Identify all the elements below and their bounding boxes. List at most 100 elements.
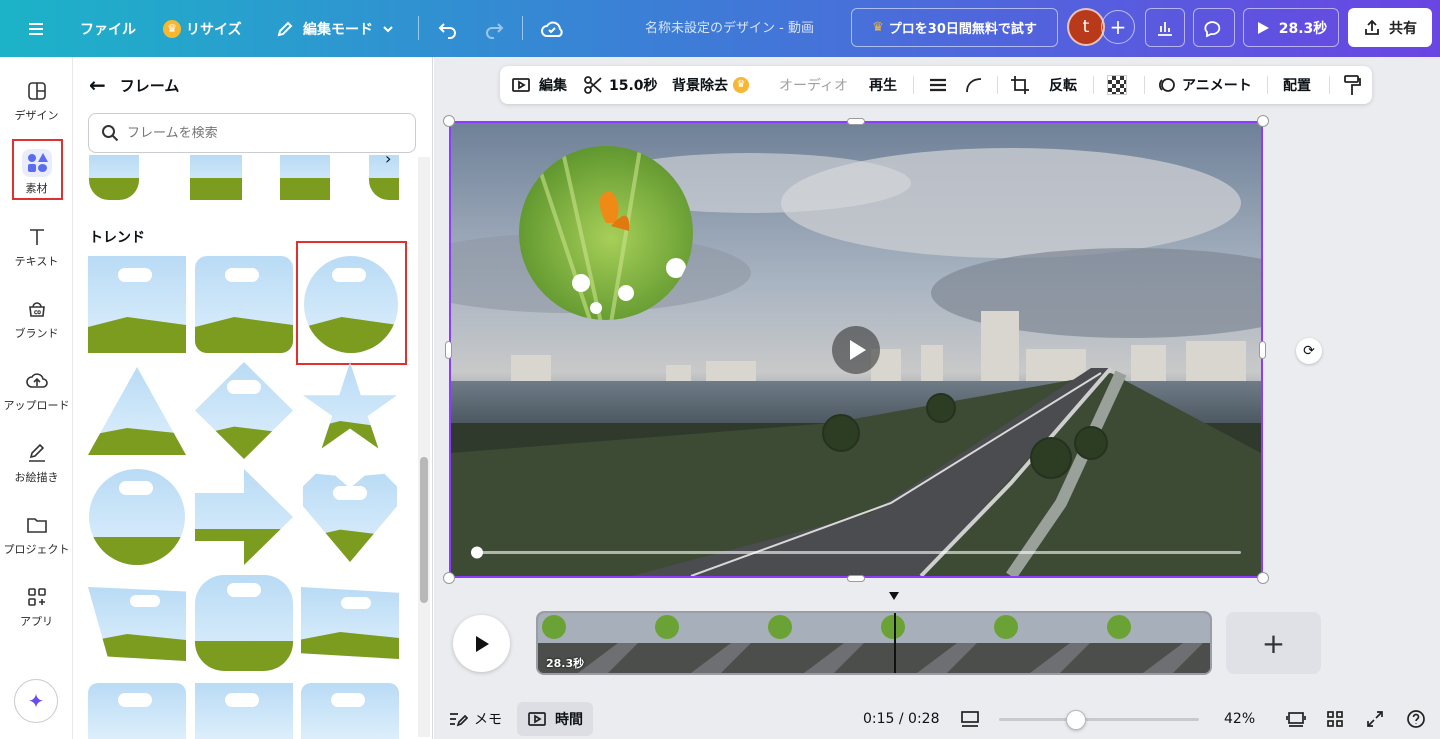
crop-button[interactable] (1010, 66, 1030, 104)
resize-handle-tr[interactable] (1257, 115, 1269, 127)
magic-assistant-button[interactable]: ✦ (14, 679, 58, 723)
share-button[interactable]: 共有 (1348, 8, 1432, 47)
rail-item-draw[interactable]: お絵描き (0, 441, 73, 503)
search-box[interactable] (88, 113, 416, 153)
rail-item-projects[interactable]: プロジェクト (0, 513, 73, 575)
top-bar: ファイル ♛ リサイズ 編集モード 名称未設定のデザイン - 動画 ♛ プロを3… (0, 0, 1440, 57)
panel-scrollbar-thumb[interactable] (420, 457, 428, 603)
time-readout: 0:15 / 0:28 (863, 711, 940, 727)
resize-handle-bl[interactable] (443, 572, 455, 584)
chevron-right-icon[interactable]: › (385, 149, 391, 168)
animate-icon (1159, 78, 1175, 92)
timer-button[interactable]: 時間 (517, 702, 593, 736)
frame-number-2[interactable] (280, 155, 330, 200)
frame-number-1[interactable] (190, 155, 242, 200)
frame-rectangle[interactable] (88, 256, 186, 353)
menu-button[interactable] (26, 0, 46, 57)
frame-number-0[interactable] (89, 155, 139, 200)
playback-button[interactable]: 再生 (869, 66, 897, 104)
rail-item-upload[interactable]: アップロード (0, 369, 73, 431)
rail-item-brand[interactable]: co ブランド (0, 297, 73, 359)
frame-diamond[interactable] (195, 362, 293, 459)
pages-view-button[interactable] (1286, 702, 1306, 736)
resize-handle-tl[interactable] (443, 115, 455, 127)
frame-badge[interactable] (89, 469, 185, 565)
undo-button[interactable] (437, 0, 459, 57)
playhead-marker-icon[interactable] (888, 590, 900, 600)
frame-parallelogram[interactable] (88, 587, 186, 661)
frame-rounded-rectangle[interactable] (195, 256, 293, 353)
notes-button[interactable]: メモ (448, 702, 502, 736)
search-input[interactable] (127, 125, 397, 141)
rail-item-design[interactable]: デザイン (0, 79, 73, 141)
highlight-box (12, 139, 63, 200)
rail-label: ブランド (14, 327, 59, 340)
video-icon (528, 712, 546, 726)
resize-button[interactable]: ♛ リサイズ (163, 0, 242, 57)
pro-trial-button[interactable]: ♛ プロを30日間無料で試す (851, 8, 1058, 47)
animate-button[interactable]: アニメート (1157, 66, 1252, 104)
zoom-slider-thumb[interactable] (1066, 710, 1086, 730)
help-button[interactable] (1406, 702, 1426, 736)
video-canvas[interactable] (449, 121, 1263, 578)
rotate-icon[interactable]: ⟳ (1296, 338, 1322, 364)
transparency-button[interactable] (1107, 66, 1127, 104)
video-scrub-handle[interactable] (471, 546, 483, 559)
divider (1144, 76, 1145, 94)
background-remover-button[interactable]: 背景除去 ♛ (672, 66, 749, 104)
play-icon (1257, 21, 1269, 34)
edit-video-button[interactable]: 編集 (511, 66, 567, 104)
edit-mode-dropdown[interactable]: 編集モード (275, 0, 395, 57)
flip-button[interactable]: 反転 (1049, 66, 1077, 104)
save-status-button[interactable] (540, 0, 564, 57)
resize-handle-bottom[interactable] (847, 575, 865, 582)
timeline-clip[interactable]: 28.3秒 (536, 611, 1212, 675)
frame-tilted-rectangle[interactable] (301, 587, 399, 659)
position-button[interactable]: 配置 (1283, 66, 1311, 104)
hamburger-icon (29, 22, 43, 35)
panel-scrollbar-track[interactable] (418, 157, 430, 737)
corner-rounding-button[interactable] (964, 66, 984, 104)
frame-star[interactable] (302, 362, 398, 449)
rail-item-apps[interactable]: アプリ (0, 585, 73, 647)
divider (913, 76, 914, 94)
insights-button[interactable] (1145, 8, 1185, 47)
resize-handle-br[interactable] (1257, 572, 1269, 584)
section-title-trend: トレンド (89, 230, 145, 246)
frame-arrow[interactable] (195, 469, 293, 565)
resize-handle-top[interactable] (847, 118, 865, 125)
avatar[interactable]: t (1067, 8, 1105, 46)
frame-shape[interactable] (195, 683, 293, 739)
video-scrub-bar[interactable] (476, 551, 1241, 554)
fullscreen-button[interactable] (1366, 702, 1384, 736)
frame-triangle[interactable] (88, 367, 186, 455)
audio-button[interactable]: オーディオ (779, 66, 848, 104)
zoom-level[interactable]: 42% (1224, 702, 1255, 736)
file-menu[interactable]: ファイル (80, 0, 136, 57)
frame-number-3[interactable] (369, 155, 399, 200)
frame-shape[interactable] (88, 683, 186, 739)
trim-button[interactable]: 15.0秒 (583, 66, 658, 104)
add-page-button[interactable]: + (1226, 612, 1321, 674)
zoom-slider[interactable] (999, 718, 1199, 721)
resize-handle-left[interactable] (445, 341, 452, 359)
play-preview-button[interactable]: 28.3秒 (1243, 8, 1339, 47)
context-toolbar: 編集 15.0秒 背景除去 ♛ オーディオ 再生 反転 アニメート 配置 (500, 66, 1372, 104)
comments-button[interactable] (1193, 8, 1235, 47)
grid-view-button[interactable] (1326, 702, 1344, 736)
back-arrow-icon[interactable]: ← (89, 73, 106, 97)
paint-roller-icon (1344, 75, 1361, 95)
frame-heart[interactable] (302, 473, 398, 562)
frame-scalloped[interactable] (195, 575, 293, 671)
rail-item-text[interactable]: テキスト (0, 225, 73, 287)
help-icon (1407, 710, 1425, 728)
timeline-play-button[interactable] (453, 615, 510, 672)
page-view-button[interactable] (959, 702, 981, 736)
frame-shape[interactable] (301, 683, 399, 739)
border-style-button[interactable] (928, 66, 948, 104)
document-title[interactable]: 名称未設定のデザイン - 動画 (645, 0, 814, 57)
invite-button[interactable]: + (1101, 10, 1135, 44)
resize-handle-right[interactable] (1259, 341, 1266, 359)
copy-style-button[interactable] (1342, 66, 1362, 104)
redo-button[interactable] (483, 0, 505, 57)
